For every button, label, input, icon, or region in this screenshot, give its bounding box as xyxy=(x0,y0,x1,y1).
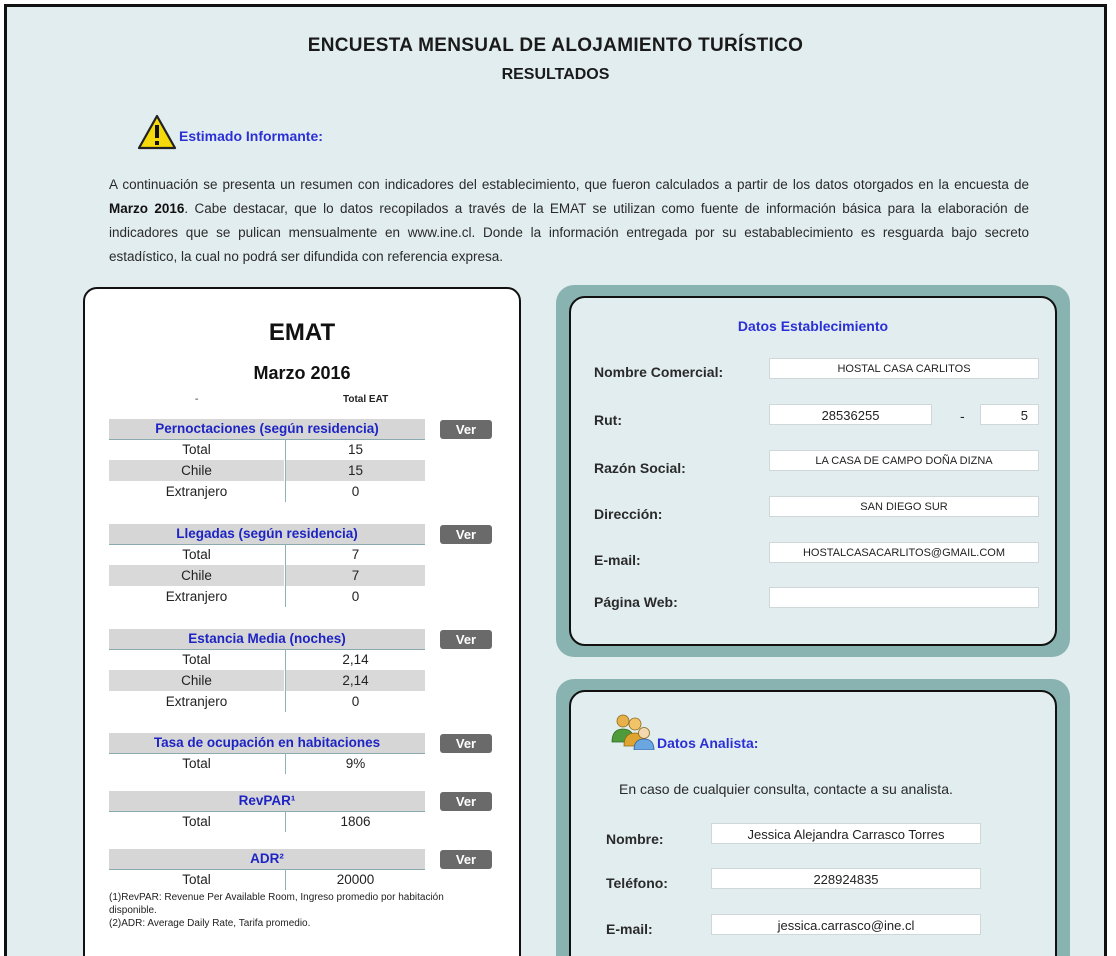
row-label: Total xyxy=(182,442,211,457)
rut-label: Rut: xyxy=(594,412,622,428)
section-adr: ADR² Ver Total 20000 xyxy=(109,849,507,890)
row-value: 0 xyxy=(351,589,360,604)
email-label: E-mail: xyxy=(594,552,641,568)
row-value: 2,14 xyxy=(286,670,425,691)
table-row: Total 20000 xyxy=(109,869,507,890)
analista-email-field[interactable]: jessica.carrasco@ine.cl xyxy=(711,914,981,935)
table-row: Chile 15 xyxy=(109,460,507,481)
ver-button[interactable]: Ver xyxy=(440,734,492,753)
page-title: ENCUESTA MENSUAL DE ALOJAMIENTO TURÍSTIC… xyxy=(307,35,804,56)
column-header-total: Total EAT xyxy=(343,394,389,405)
row-label: Chile xyxy=(109,670,284,691)
section-title: Tasa de ocupación en habitaciones xyxy=(109,733,425,754)
emat-panel: EMAT Marzo 2016 - Total EAT Pernoctacion… xyxy=(83,287,521,956)
row-label: Chile xyxy=(109,565,284,586)
emat-period: Marzo 2016 xyxy=(253,363,351,383)
analista-telefono-label: Teléfono: xyxy=(606,875,668,891)
row-label: Total xyxy=(182,814,211,829)
notice-label: Estimado Informante: xyxy=(179,128,323,144)
ver-button[interactable]: Ver xyxy=(440,850,492,869)
table-row: Extranjero 0 xyxy=(109,586,507,607)
table-row: Total 1806 xyxy=(109,811,507,832)
section-title: ADR² xyxy=(109,849,425,870)
table-row: Chile 7 xyxy=(109,565,507,586)
footnote-revpar: (1)RevPAR: Revenue Per Available Room, I… xyxy=(109,892,444,916)
table-row: Chile 2,14 xyxy=(109,670,507,691)
column-header-label: - xyxy=(195,394,199,405)
table-row: Extranjero 0 xyxy=(109,691,507,712)
footnote-adr: (2)ADR: Average Daily Rate, Tarifa prome… xyxy=(109,918,311,929)
establecimiento-panel: Datos Establecimiento Nombre Comercial: … xyxy=(569,296,1057,646)
ver-button[interactable]: Ver xyxy=(440,525,492,544)
row-label: Total xyxy=(182,872,211,887)
analista-note: En caso de cualquier consulta, contacte … xyxy=(619,781,953,797)
rut-separator: - xyxy=(960,408,965,424)
analista-title: Datos Analista: xyxy=(657,735,759,751)
section-estancia-media: Estancia Media (noches) Ver Total 2,14 Ch… xyxy=(109,629,507,712)
table-row: Total 7 xyxy=(109,544,507,565)
section-title: Estancia Media (noches) xyxy=(109,629,425,650)
intro-text-start: A continuación se presenta un resumen co… xyxy=(109,177,1029,192)
row-value: 0 xyxy=(351,484,360,499)
row-value: 2,14 xyxy=(342,652,369,667)
page-subtitle: RESULTADOS xyxy=(501,66,610,83)
section-llegadas: Llegadas (según residencia) Ver Total 7 C… xyxy=(109,524,507,607)
row-label: Total xyxy=(182,756,211,771)
section-title: RevPAR¹ xyxy=(109,791,425,812)
row-value: 15 xyxy=(347,442,364,457)
email-field[interactable]: HOSTALCASACARLITOS@GMAIL.COM xyxy=(769,542,1039,563)
ver-button[interactable]: Ver xyxy=(440,630,492,649)
row-label: Extranjero xyxy=(165,589,228,604)
row-value: 7 xyxy=(286,565,425,586)
section-pernoctaciones: Pernoctaciones (según residencia) Ver To… xyxy=(109,419,507,502)
table-row: Total 2,14 xyxy=(109,649,507,670)
intro-paragraph: A continuación se presenta un resumen co… xyxy=(109,173,1029,269)
analista-email-label: E-mail: xyxy=(606,921,653,937)
row-value: 7 xyxy=(351,547,360,562)
analista-telefono-field[interactable]: 228924835 xyxy=(711,868,981,889)
row-value: 15 xyxy=(286,460,425,481)
table-row: Total 9% xyxy=(109,753,507,774)
establecimiento-title: Datos Establecimiento xyxy=(737,318,889,334)
analista-nombre-label: Nombre: xyxy=(606,831,664,847)
analista-nombre-field[interactable]: Jessica Alejandra Carrasco Torres xyxy=(711,823,981,844)
row-value: 9% xyxy=(345,756,366,771)
row-value: 20000 xyxy=(336,872,375,887)
row-label: Total xyxy=(182,652,211,667)
section-tasa-ocupacion: Tasa de ocupación en habitaciones Ver To… xyxy=(109,733,507,774)
row-value: 0 xyxy=(351,694,360,709)
row-label: Extranjero xyxy=(165,694,228,709)
table-row: Extranjero 0 xyxy=(109,481,507,502)
analista-panel: Datos Analista: En caso de cualquier con… xyxy=(569,690,1057,956)
razon-social-field[interactable]: LA CASA DE CAMPO DOÑA DIZNA xyxy=(769,450,1039,471)
ver-button[interactable]: Ver xyxy=(440,792,492,811)
establecimiento-panel-border: Datos Establecimiento Nombre Comercial: … xyxy=(556,285,1070,657)
intro-text-end: . Cabe destacar, que lo datos recopilado… xyxy=(109,201,1029,264)
table-row: Total 15 xyxy=(109,439,507,460)
direccion-label: Dirección: xyxy=(594,506,663,522)
razon-social-label: Razón Social: xyxy=(594,460,686,476)
ver-button[interactable]: Ver xyxy=(440,420,492,439)
section-title: Pernoctaciones (según residencia) xyxy=(109,419,425,440)
users-icon xyxy=(611,714,655,750)
row-label: Chile xyxy=(109,460,284,481)
pagina-web-label: Página Web: xyxy=(594,594,678,610)
report-frame: ENCUESTA MENSUAL DE ALOJAMIENTO TURÍSTIC… xyxy=(4,4,1107,956)
nombre-comercial-label: Nombre Comercial: xyxy=(594,364,724,380)
pagina-web-field[interactable] xyxy=(769,587,1039,608)
row-label: Extranjero xyxy=(165,484,228,499)
rut-field[interactable]: 28536255 xyxy=(769,404,932,425)
section-title: Llegadas (según residencia) xyxy=(109,524,425,545)
direccion-field[interactable]: SAN DIEGO SUR xyxy=(769,496,1039,517)
rut-dv-field[interactable]: 5 xyxy=(980,404,1039,425)
emat-title: EMAT xyxy=(268,319,336,346)
intro-period: Marzo 2016 xyxy=(109,201,185,216)
row-label: Total xyxy=(182,547,211,562)
analista-panel-border: Datos Analista: En caso de cualquier con… xyxy=(556,679,1070,956)
nombre-comercial-field[interactable]: HOSTAL CASA CARLITOS xyxy=(769,358,1039,379)
row-value: 1806 xyxy=(340,814,371,829)
section-revpar: RevPAR¹ Ver Total 1806 xyxy=(109,791,507,832)
footnotes: (1)RevPAR: Revenue Per Available Room, I… xyxy=(109,891,489,930)
warning-icon xyxy=(137,114,177,150)
